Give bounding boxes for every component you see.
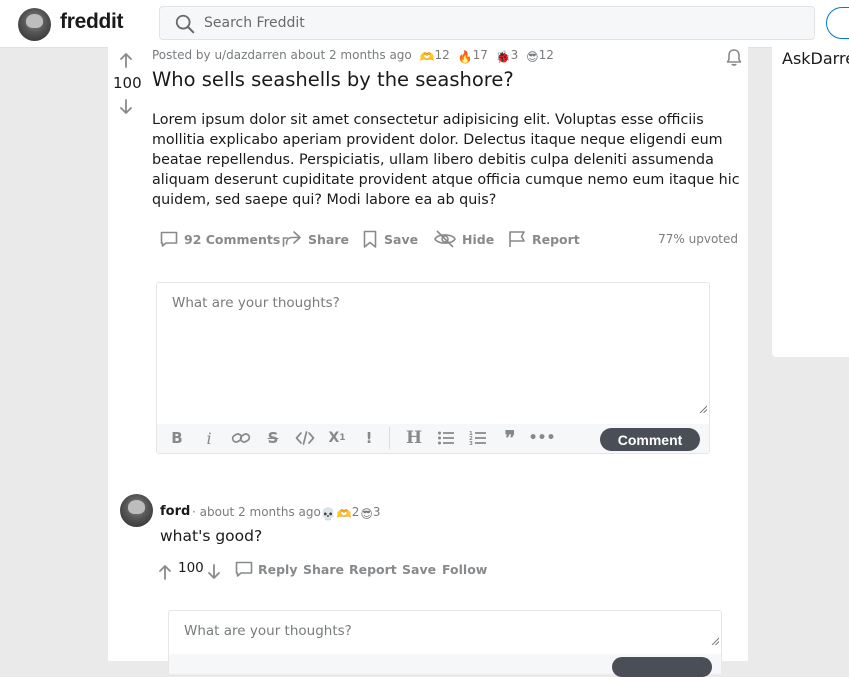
comment-author[interactable]: ford xyxy=(160,504,190,519)
comment-follow-button[interactable]: Follow xyxy=(442,558,487,580)
reply-button[interactable]: Reply xyxy=(234,558,297,580)
formatting-toolbar: B i S X1 ! H 123 ❞ ••• Comment xyxy=(157,424,709,453)
flag-icon xyxy=(509,231,525,247)
search-icon xyxy=(175,14,195,34)
comment-icon xyxy=(160,231,178,247)
code-icon[interactable] xyxy=(295,428,315,448)
comment-report-button[interactable]: Report xyxy=(349,558,397,580)
search-bar[interactable] xyxy=(159,6,815,40)
comment-editor: B i S X1 ! H 123 ❞ ••• Comment xyxy=(156,282,710,454)
share-button[interactable]: Share xyxy=(281,228,349,250)
post-meta-text: Posted by u/dazdarren about 2 months ago xyxy=(152,48,412,62)
comments-label: 92 Comments xyxy=(184,231,281,247)
top-header: freddit xyxy=(0,0,849,48)
comment-submit-button[interactable]: Comment xyxy=(600,428,700,451)
link-icon[interactable] xyxy=(231,428,251,448)
comment-meta: · about 2 months ago💀🫶2😎3 xyxy=(192,505,381,521)
award-count: 12 xyxy=(434,48,450,62)
reply-comment-icon xyxy=(235,561,253,577)
comment-timestamp: · about 2 months ago xyxy=(192,505,321,519)
hide-button[interactable]: Hide xyxy=(433,228,494,250)
reply-editor xyxy=(168,610,722,677)
post-meta: Posted by u/dazdarren about 2 months ago… xyxy=(152,48,554,64)
quote-block-icon[interactable]: ❞ xyxy=(500,426,520,450)
post-card: 100 Posted by u/dazdarren about 2 months… xyxy=(108,47,748,677)
more-options-icon[interactable]: ••• xyxy=(529,428,556,448)
report-button[interactable]: Report xyxy=(507,228,580,250)
heading-icon[interactable]: H xyxy=(404,428,424,448)
comment-textarea[interactable] xyxy=(157,283,709,417)
award-count: 2 xyxy=(351,505,360,519)
comment-actions: 100 Reply Share Report Save Follow xyxy=(156,558,556,580)
reply-submit-button[interactable] xyxy=(612,657,712,677)
save-button[interactable]: Save xyxy=(361,228,418,250)
italic-icon[interactable]: i xyxy=(199,428,219,448)
search-input[interactable] xyxy=(204,7,794,39)
reply-textarea[interactable] xyxy=(169,611,721,653)
award-count: 3 xyxy=(510,48,519,62)
strikethrough-icon[interactable]: S xyxy=(263,428,283,448)
hide-eye-icon xyxy=(434,230,456,248)
award-count: 12 xyxy=(538,48,554,62)
share-icon xyxy=(282,231,301,247)
award-count: 3 xyxy=(372,505,381,519)
sunglasses-award-icon: 😎 xyxy=(360,507,373,521)
comment-upvote-arrow-icon[interactable] xyxy=(157,561,173,583)
heart-hands-award-icon: 🫶 xyxy=(419,50,435,64)
hide-label: Hide xyxy=(462,231,495,247)
comments-button[interactable]: 92 Comments xyxy=(159,228,280,250)
upvote-ratio: 77% upvoted xyxy=(658,232,738,246)
toolbar-divider xyxy=(389,427,390,449)
bug-award-icon: 🐞 xyxy=(495,50,511,64)
upvote-arrow-icon[interactable] xyxy=(118,52,134,68)
spoiler-icon[interactable]: ! xyxy=(359,428,379,448)
comment-score: 100 xyxy=(178,560,204,576)
site-logo-text[interactable]: freddit xyxy=(60,10,124,34)
bold-icon[interactable]: B xyxy=(167,428,187,448)
notification-bell-icon[interactable] xyxy=(724,48,744,68)
post-actions: 92 Comments Share Save Hide Report 77% u… xyxy=(152,228,738,250)
superscript-icon[interactable]: X1 xyxy=(327,428,347,448)
svg-text:3: 3 xyxy=(469,441,473,446)
resize-grip-icon[interactable] xyxy=(711,637,719,645)
sidebar-community-card: AskDarre xyxy=(772,47,849,357)
share-label: Share xyxy=(308,231,349,247)
bulleted-list-icon[interactable] xyxy=(436,428,456,448)
reply-label: Reply xyxy=(258,561,298,577)
save-label: Save xyxy=(384,231,419,247)
post-title[interactable]: Who sells seashells by the seashore? xyxy=(152,68,514,91)
fire-award-icon: 🔥 xyxy=(457,50,473,64)
reply-formatting-toolbar xyxy=(169,654,721,677)
site-logo-avatar[interactable] xyxy=(18,8,51,41)
report-label: Report xyxy=(532,231,580,247)
downvote-arrow-icon[interactable] xyxy=(118,99,134,115)
award-count: 17 xyxy=(472,48,488,62)
post-score: 100 xyxy=(113,74,142,92)
resize-grip-icon[interactable] xyxy=(699,405,707,413)
skull-award-icon: 💀 xyxy=(320,507,336,521)
heart-hands-award-icon: 🫶 xyxy=(336,507,352,521)
comment-save-button[interactable]: Save xyxy=(402,558,436,580)
numbered-list-icon[interactable]: 123 xyxy=(468,428,488,448)
post-body: Lorem ipsum dolor sit amet consectetur a… xyxy=(152,112,740,208)
sidebar-community-title[interactable]: AskDarre xyxy=(782,49,849,68)
comment-text: what's good? xyxy=(160,527,263,545)
bookmark-icon xyxy=(363,230,377,248)
comment-downvote-arrow-icon[interactable] xyxy=(206,561,222,583)
comment-share-button[interactable]: Share xyxy=(303,558,344,580)
header-login-button[interactable] xyxy=(826,7,849,39)
comment-author-avatar[interactable] xyxy=(120,494,153,527)
sunglasses-award-icon: 😎 xyxy=(526,50,539,64)
